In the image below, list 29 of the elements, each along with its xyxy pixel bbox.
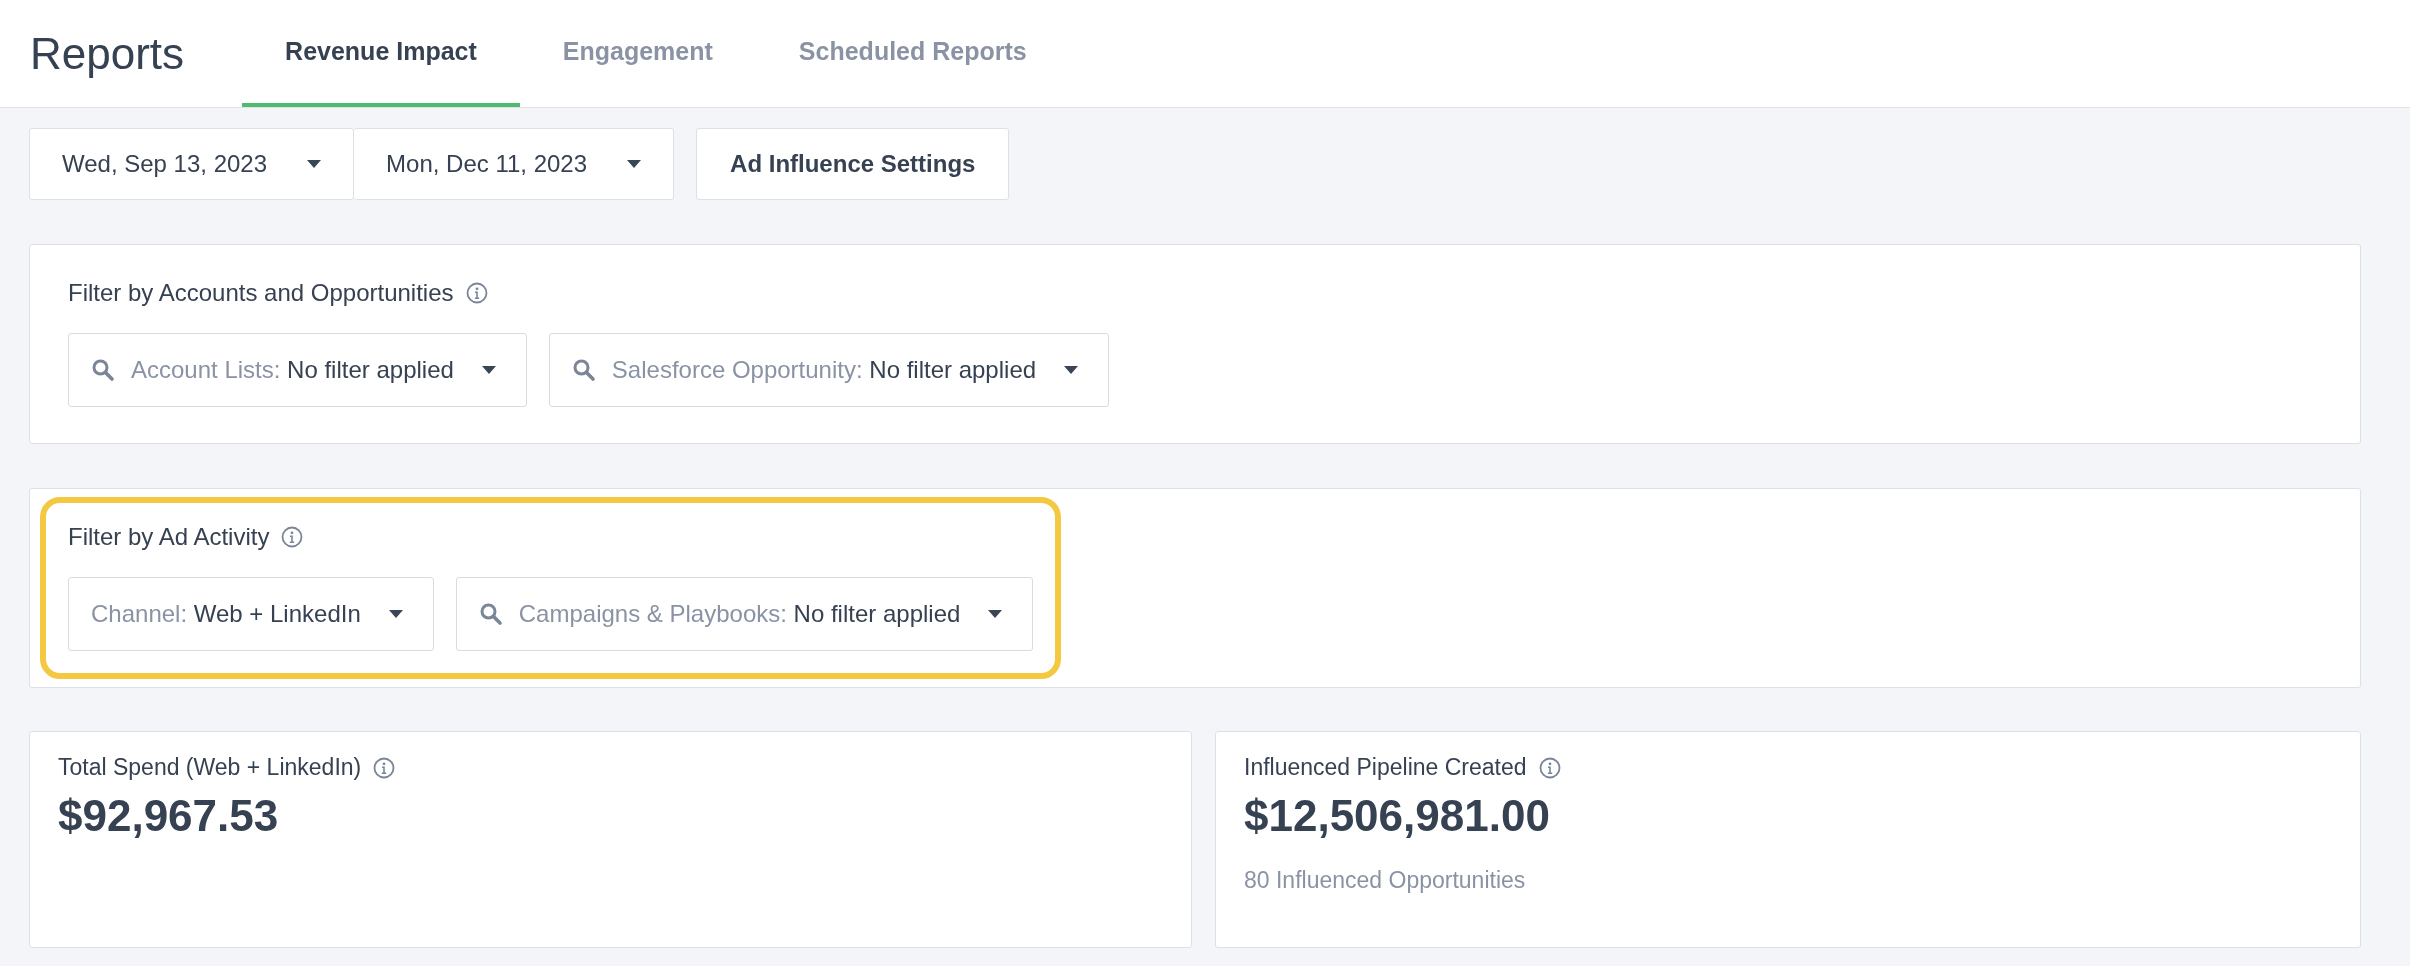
stat-value: $92,967.53 <box>58 791 280 841</box>
filter-dropdown[interactable]: Salesforce Opportunity: No filter applied <box>548 333 1110 407</box>
stat-note: 80 Influenced Opportunities <box>1244 867 1527 894</box>
info-icon <box>373 756 396 779</box>
section-title: Filter by Accounts and Opportunities <box>68 279 454 307</box>
search-icon <box>91 358 115 382</box>
date-picker[interactable]: Wed, Sep 13, 2023 <box>29 128 355 200</box>
settings-button[interactable]: Ad Influence Settings <box>696 128 1010 200</box>
date-picker[interactable]: Mon, Dec 11, 2023 <box>354 128 675 200</box>
caret-icon <box>481 366 496 374</box>
search-icon <box>571 358 596 382</box>
info-icon <box>465 282 488 304</box>
page-title: Reports <box>30 28 185 79</box>
tab[interactable]: Revenue Impact <box>242 0 520 107</box>
caret-icon <box>307 160 322 168</box>
stat-value: $12,506,981.00 <box>1244 791 1551 841</box>
section-title: Filter by Ad Activity <box>68 523 270 551</box>
caret-icon <box>388 610 403 618</box>
search-icon <box>478 602 503 626</box>
stat-title: Total Spend (Web + LinkedIn) <box>58 754 362 781</box>
caret-icon <box>627 160 642 168</box>
info-icon <box>281 526 304 548</box>
filter-dropdown[interactable]: Channel: Web + LinkedIn <box>68 577 434 651</box>
info-icon <box>1538 756 1561 779</box>
caret-icon <box>1064 366 1079 374</box>
filter-dropdown[interactable]: Account Lists: No filter applied <box>68 333 527 407</box>
filter-dropdown[interactable]: Campaigns & Playbooks: No filter applied <box>455 577 1034 651</box>
stat-title: Influenced Pipeline Created <box>1244 754 1527 781</box>
caret-icon <box>988 610 1003 618</box>
